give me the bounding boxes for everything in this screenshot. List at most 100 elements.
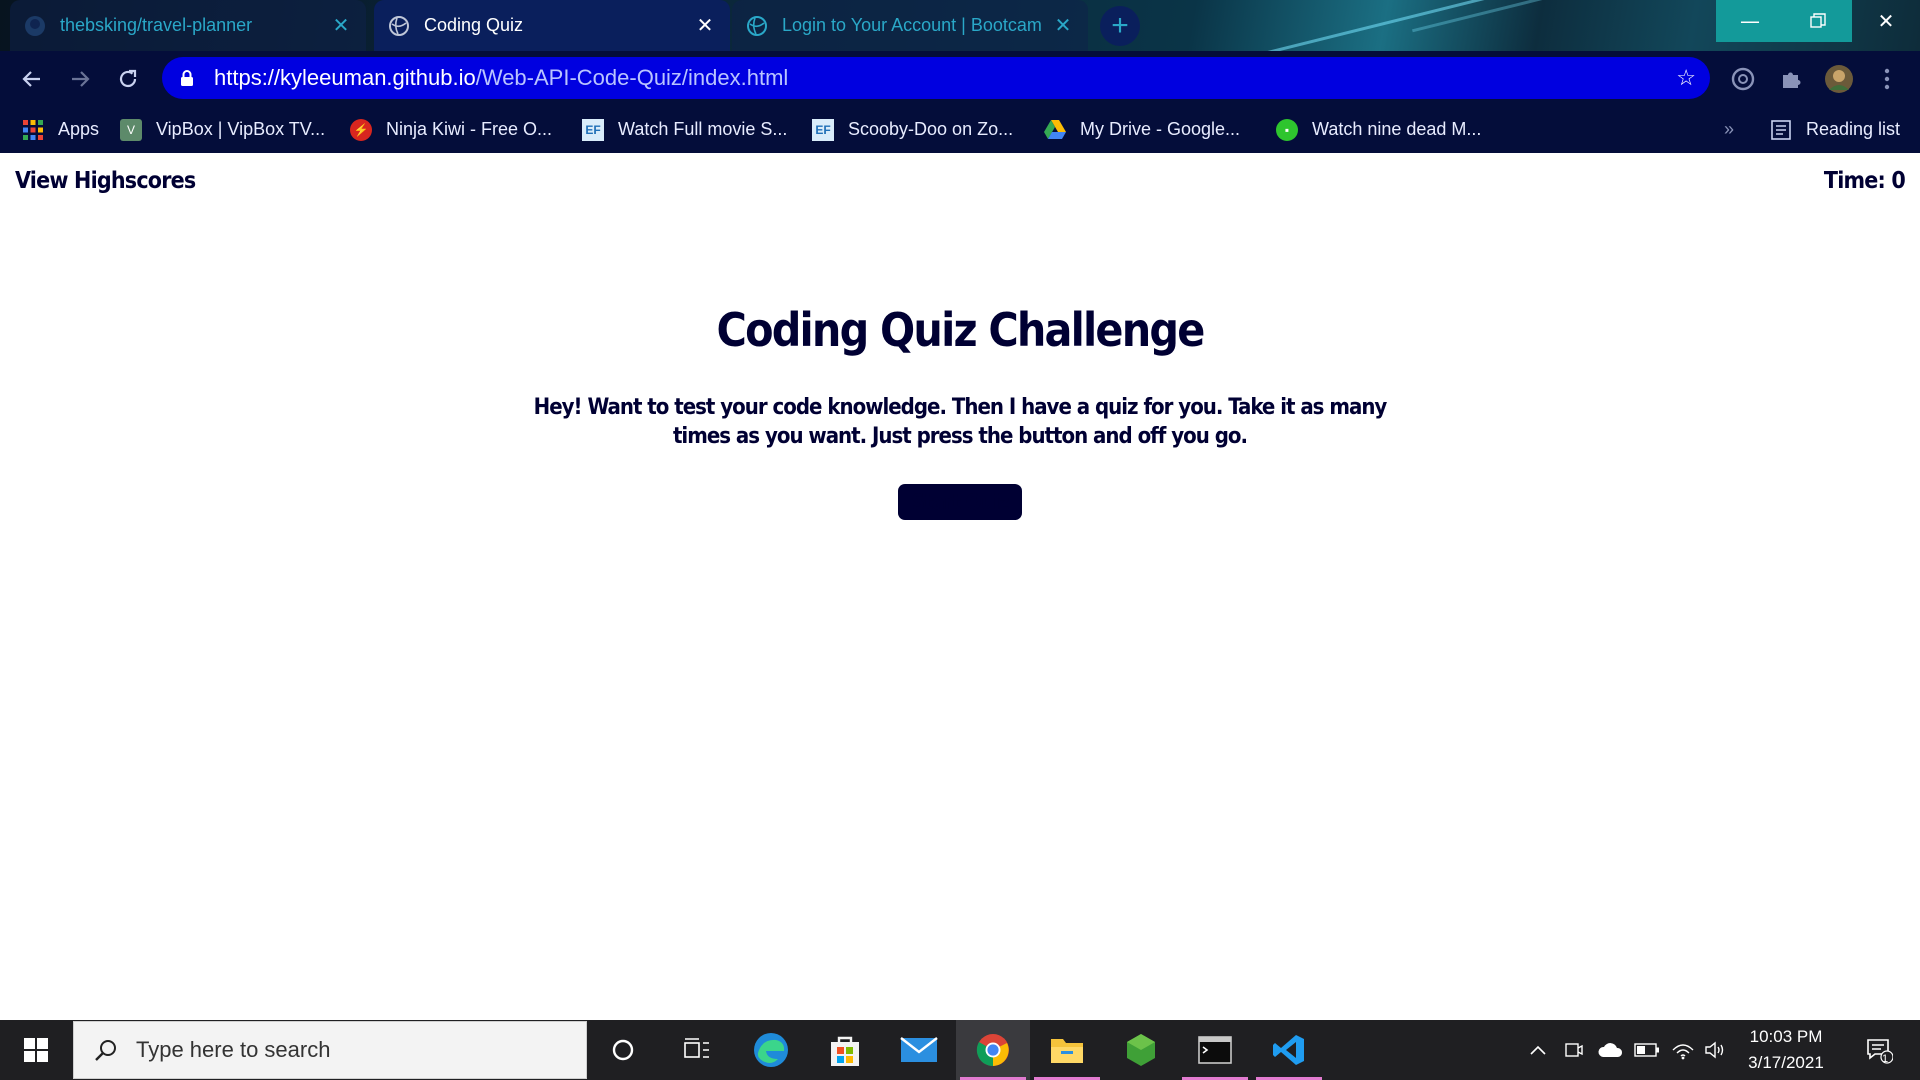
browser-tab-strip: thebsking/travel-planner ✕ Coding Quiz ✕…: [0, 0, 1920, 51]
back-arrow-icon: [22, 71, 40, 87]
close-icon[interactable]: ✕: [330, 13, 352, 38]
plus-icon: +: [1111, 9, 1129, 42]
bookmark-label: My Drive - Google...: [1080, 119, 1241, 139]
globe-icon: [388, 15, 410, 37]
bookmark-google-drive[interactable]: My Drive - Google...: [1044, 106, 1240, 153]
cortana-circle-icon: [612, 1039, 634, 1061]
page-title: Coding Quiz Challenge: [716, 303, 1206, 357]
search-icon: [94, 1038, 118, 1062]
battery-icon[interactable]: [1632, 1020, 1662, 1080]
forward-arrow-icon: [72, 71, 90, 87]
reading-list-label: Reading list: [1806, 119, 1901, 139]
browser-menu-icon[interactable]: [1872, 64, 1902, 94]
globe-icon: [746, 15, 768, 37]
volume-icon[interactable]: [1702, 1020, 1730, 1080]
terminal-app-icon[interactable]: [1178, 1020, 1252, 1080]
new-tab-button[interactable]: +: [1100, 6, 1140, 46]
windows-logo-icon: [24, 1038, 48, 1062]
edge-taskbar-icon[interactable]: [734, 1020, 808, 1080]
address-bar[interactable]: https://kyleeuman.github.io/Web-API-Code…: [162, 57, 1710, 99]
vscode-taskbar-icon[interactable]: [1252, 1020, 1326, 1080]
onedrive-cloud-icon[interactable]: [1594, 1020, 1626, 1080]
puzzle-extensions-icon[interactable]: [1776, 64, 1806, 94]
taskbar-search-input[interactable]: Type here to search: [73, 1021, 587, 1079]
clock-time: 10:03 PM: [1749, 1027, 1823, 1046]
url-path: /Web-API-Code-Quiz/index.html: [475, 65, 789, 90]
back-button[interactable]: [14, 61, 50, 97]
bookmark-label: Apps: [58, 119, 100, 139]
view-highscores-link[interactable]: View Highscores: [15, 168, 196, 194]
movie-site-icon: EF: [812, 118, 834, 141]
notification-icon: [1867, 1039, 1893, 1064]
restore-icon: [1810, 13, 1826, 28]
bookmark-apps[interactable]: Apps: [22, 106, 99, 153]
background-streak: [1233, 0, 1487, 51]
bookmark-label: Watch nine dead M...: [1312, 119, 1482, 139]
wifi-icon[interactable]: [1668, 1020, 1698, 1080]
bookmark-label: VipBox | VipBox TV...: [156, 119, 326, 139]
github-icon: [24, 15, 46, 37]
google-drive-icon: [1044, 119, 1066, 141]
bookmark-label: Watch Full movie S...: [618, 119, 788, 139]
close-icon[interactable]: ✕: [1052, 13, 1074, 38]
notification-count: 1: [1882, 1053, 1889, 1065]
bookmark-watch-full-movie[interactable]: EF Watch Full movie S...: [582, 106, 787, 153]
tab-title: Coding Quiz: [424, 15, 524, 35]
bookmark-ninja-kiwi[interactable]: ⚡ Ninja Kiwi - Free O...: [350, 106, 552, 153]
tab-title: thebsking/travel-planner: [60, 15, 253, 35]
chrome-taskbar-icon[interactable]: [956, 1020, 1030, 1080]
task-view-button[interactable]: [660, 1020, 734, 1080]
apps-grid-icon: [22, 119, 44, 141]
close-icon[interactable]: ✕: [694, 13, 716, 38]
tab-travel-planner[interactable]: thebsking/travel-planner ✕: [10, 0, 366, 51]
tab-coding-quiz[interactable]: Coding Quiz ✕: [374, 0, 730, 51]
intro-text: Hey! Want to test your code knowledge. T…: [533, 395, 1388, 449]
minimize-button[interactable]: —: [1716, 0, 1784, 42]
start-quiz-button[interactable]: Start Quiz: [898, 484, 1022, 520]
green-site-icon: ▪: [1276, 118, 1298, 141]
action-center-button[interactable]: 1: [1854, 1020, 1904, 1080]
movie-site-icon: EF: [582, 118, 604, 141]
microsoft-store-icon[interactable]: [808, 1020, 882, 1080]
clock-date: 3/17/2021: [1748, 1053, 1824, 1072]
show-hidden-icons-button[interactable]: [1524, 1020, 1552, 1080]
close-window-button[interactable]: ✕: [1852, 0, 1920, 42]
tab-bootcamp-login[interactable]: Login to Your Account | Bootcam ✕: [732, 0, 1088, 51]
url-host: https://kyleeuman.github.io: [214, 65, 476, 90]
reload-button[interactable]: [110, 61, 146, 97]
bookmark-label: Scooby-Doo on Zo...: [848, 119, 1014, 139]
bookmark-star-icon[interactable]: ☆: [1676, 65, 1696, 91]
file-explorer-icon[interactable]: [1030, 1020, 1104, 1080]
mail-app-icon[interactable]: [882, 1020, 956, 1080]
browser-toolbar: https://kyleeuman.github.io/Web-API-Code…: [0, 51, 1920, 106]
nodejs-app-icon[interactable]: [1104, 1020, 1178, 1080]
cortana-button[interactable]: [586, 1020, 660, 1080]
windows-taskbar: Type here to search 10:03 PM 3/17/2021 1: [0, 1020, 1920, 1080]
meet-now-icon[interactable]: [1560, 1020, 1588, 1080]
web-page: View Highscores Time: 0 Coding Quiz Chal…: [0, 153, 1920, 1020]
search-placeholder: Type here to search: [136, 1037, 331, 1062]
minimize-icon: —: [1740, 9, 1760, 33]
bookmark-watch-nine-dead[interactable]: ▪ Watch nine dead M...: [1276, 106, 1481, 153]
reading-list-icon: [1770, 119, 1792, 141]
start-button[interactable]: [0, 1020, 72, 1080]
vipbox-icon: V: [120, 118, 142, 141]
close-icon: ✕: [1877, 9, 1895, 33]
reading-list-button[interactable]: Reading list: [1770, 106, 1900, 153]
restore-button[interactable]: [1784, 0, 1852, 42]
more-bookmarks-button[interactable]: »: [1724, 106, 1734, 153]
chevron-up-icon: [1530, 1045, 1546, 1055]
ninja-kiwi-icon: ⚡: [350, 118, 372, 141]
forward-button[interactable]: [62, 61, 98, 97]
bookmark-label: Ninja Kiwi - Free O...: [386, 119, 553, 139]
system-clock[interactable]: 10:03 PM 3/17/2021: [1730, 1020, 1842, 1080]
extension-icon[interactable]: [1728, 64, 1758, 94]
bookmark-vipbox[interactable]: V VipBox | VipBox TV...: [120, 106, 325, 153]
tab-title: Login to Your Account | Bootcam: [782, 15, 1042, 35]
task-view-icon: [684, 1038, 709, 1058]
reload-icon: [119, 69, 137, 88]
profile-avatar[interactable]: [1824, 64, 1854, 94]
quiz-timer: Time: 0: [1823, 168, 1906, 194]
bookmarks-bar: Apps V VipBox | VipBox TV... ⚡ Ninja Kiw…: [0, 106, 1920, 153]
bookmark-scooby-doo[interactable]: EF Scooby-Doo on Zo...: [812, 106, 1013, 153]
